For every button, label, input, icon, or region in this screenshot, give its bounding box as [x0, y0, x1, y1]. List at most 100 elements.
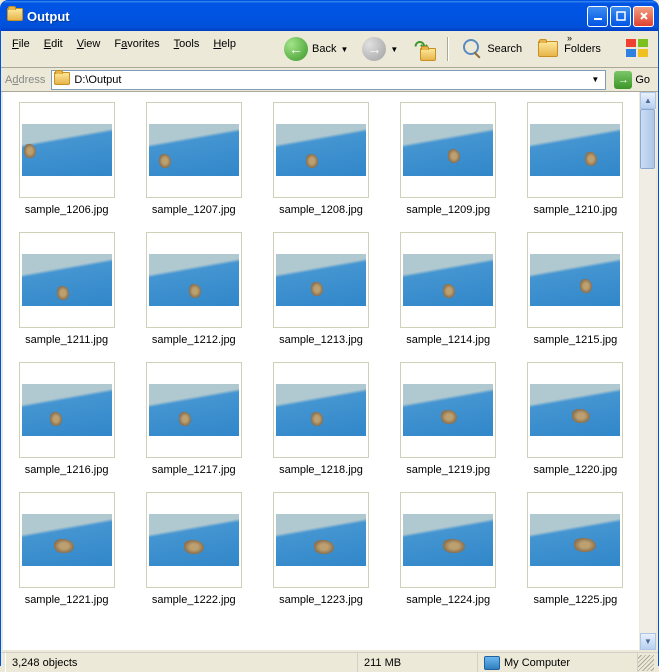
thumbnail — [527, 362, 623, 458]
thumbnail-image — [403, 384, 493, 436]
file-name: sample_1222.jpg — [152, 594, 236, 606]
address-combo[interactable]: ▼ — [51, 70, 606, 90]
go-label: Go — [635, 74, 650, 86]
file-item[interactable]: sample_1209.jpg — [389, 102, 508, 216]
file-item[interactable]: sample_1225.jpg — [516, 492, 635, 606]
file-item[interactable]: sample_1212.jpg — [134, 232, 253, 346]
back-label: Back — [312, 43, 336, 55]
file-item[interactable]: sample_1210.jpg — [516, 102, 635, 216]
back-button[interactable]: ← Back ▼ — [278, 35, 354, 63]
folders-icon — [536, 37, 560, 61]
thumbnail-image — [22, 254, 112, 306]
thumbnail — [19, 362, 115, 458]
status-size: 211 MB — [358, 653, 478, 672]
file-name: sample_1221.jpg — [25, 594, 109, 606]
computer-icon — [484, 656, 500, 670]
search-icon — [459, 37, 483, 61]
file-item[interactable]: sample_1223.jpg — [261, 492, 380, 606]
thumbnail — [146, 492, 242, 588]
thumbnail — [146, 232, 242, 328]
forward-button[interactable]: → ▼ — [356, 35, 404, 63]
file-item[interactable]: sample_1218.jpg — [261, 362, 380, 476]
go-button[interactable]: → Go — [610, 69, 654, 91]
thumbnail-image — [403, 514, 493, 566]
address-label: Address — [5, 74, 45, 86]
file-name: sample_1224.jpg — [406, 594, 490, 606]
thumbnail-image — [22, 124, 112, 176]
file-name: sample_1208.jpg — [279, 204, 363, 216]
menu-edit[interactable]: Edit — [37, 35, 70, 53]
thumbnail — [400, 362, 496, 458]
thumbnail — [400, 232, 496, 328]
forward-icon: → — [362, 37, 386, 61]
thumbnail — [273, 492, 369, 588]
file-item[interactable]: sample_1208.jpg — [261, 102, 380, 216]
close-button[interactable] — [633, 6, 654, 27]
file-name: sample_1210.jpg — [533, 204, 617, 216]
thumbnail — [146, 362, 242, 458]
scroll-thumb[interactable] — [640, 109, 655, 169]
overflow-icon[interactable]: » — [567, 33, 572, 43]
menu-favorites[interactable]: Favorites — [107, 35, 166, 53]
file-item[interactable]: sample_1211.jpg — [7, 232, 126, 346]
thumbnail-image — [276, 514, 366, 566]
thumbnail — [527, 492, 623, 588]
file-name: sample_1219.jpg — [406, 464, 490, 476]
file-item[interactable]: sample_1216.jpg — [7, 362, 126, 476]
file-item[interactable]: sample_1219.jpg — [389, 362, 508, 476]
thumbnail-image — [403, 254, 493, 306]
titlebar: Output — [1, 1, 658, 31]
thumbnail-image — [149, 254, 239, 306]
resize-grip[interactable] — [638, 655, 654, 671]
scroll-up-button[interactable]: ▲ — [640, 92, 656, 109]
file-name: sample_1207.jpg — [152, 204, 236, 216]
file-item[interactable]: sample_1206.jpg — [7, 102, 126, 216]
thumbnail-image — [22, 384, 112, 436]
up-icon: ↷ — [412, 37, 436, 61]
file-item[interactable]: sample_1207.jpg — [134, 102, 253, 216]
search-button[interactable]: Search — [453, 35, 528, 63]
file-name: sample_1213.jpg — [279, 334, 363, 346]
window-title: Output — [27, 9, 585, 24]
thumbnail-image — [149, 514, 239, 566]
menubar: File Edit View Favorites Tools Help — [1, 31, 271, 57]
menu-view[interactable]: View — [70, 35, 108, 53]
thumbnail — [19, 232, 115, 328]
folders-label: Folders — [564, 43, 601, 55]
toolbar: ← Back ▼ → ▼ ↷ Search Folders » — [271, 31, 618, 67]
thumbnail-image — [403, 124, 493, 176]
address-input[interactable] — [74, 74, 587, 86]
windows-flag-icon — [618, 31, 658, 67]
minimize-button[interactable] — [587, 6, 608, 27]
up-button[interactable]: ↷ — [406, 35, 442, 63]
file-item[interactable]: sample_1215.jpg — [516, 232, 635, 346]
scroll-down-button[interactable]: ▼ — [640, 633, 656, 650]
folder-icon — [7, 8, 23, 24]
thumbnail-image — [276, 124, 366, 176]
address-bar: Address ▼ → Go — [1, 68, 658, 92]
file-item[interactable]: sample_1213.jpg — [261, 232, 380, 346]
thumbnail — [527, 102, 623, 198]
search-label: Search — [487, 43, 522, 55]
file-item[interactable]: sample_1214.jpg — [389, 232, 508, 346]
thumbnail-image — [530, 384, 620, 436]
file-item[interactable]: sample_1224.jpg — [389, 492, 508, 606]
statusbar: 3,248 objects 211 MB My Computer — [1, 652, 658, 672]
thumbnail-image — [530, 514, 620, 566]
file-list: sample_1206.jpg sample_1207.jpg sample_120… — [3, 92, 639, 650]
file-name: sample_1216.jpg — [25, 464, 109, 476]
menu-file[interactable]: File — [5, 35, 37, 53]
file-item[interactable]: sample_1217.jpg — [134, 362, 253, 476]
file-name: sample_1220.jpg — [533, 464, 617, 476]
file-item[interactable]: sample_1221.jpg — [7, 492, 126, 606]
maximize-button[interactable] — [610, 6, 631, 27]
file-name: sample_1223.jpg — [279, 594, 363, 606]
menu-tools[interactable]: Tools — [167, 35, 207, 53]
chevron-down-icon[interactable]: ▼ — [587, 75, 603, 84]
vertical-scrollbar[interactable]: ▲ ▼ — [639, 92, 656, 650]
status-objects: 3,248 objects — [5, 653, 358, 672]
file-item[interactable]: sample_1220.jpg — [516, 362, 635, 476]
thumbnail — [400, 492, 496, 588]
menu-help[interactable]: Help — [206, 35, 243, 53]
file-item[interactable]: sample_1222.jpg — [134, 492, 253, 606]
